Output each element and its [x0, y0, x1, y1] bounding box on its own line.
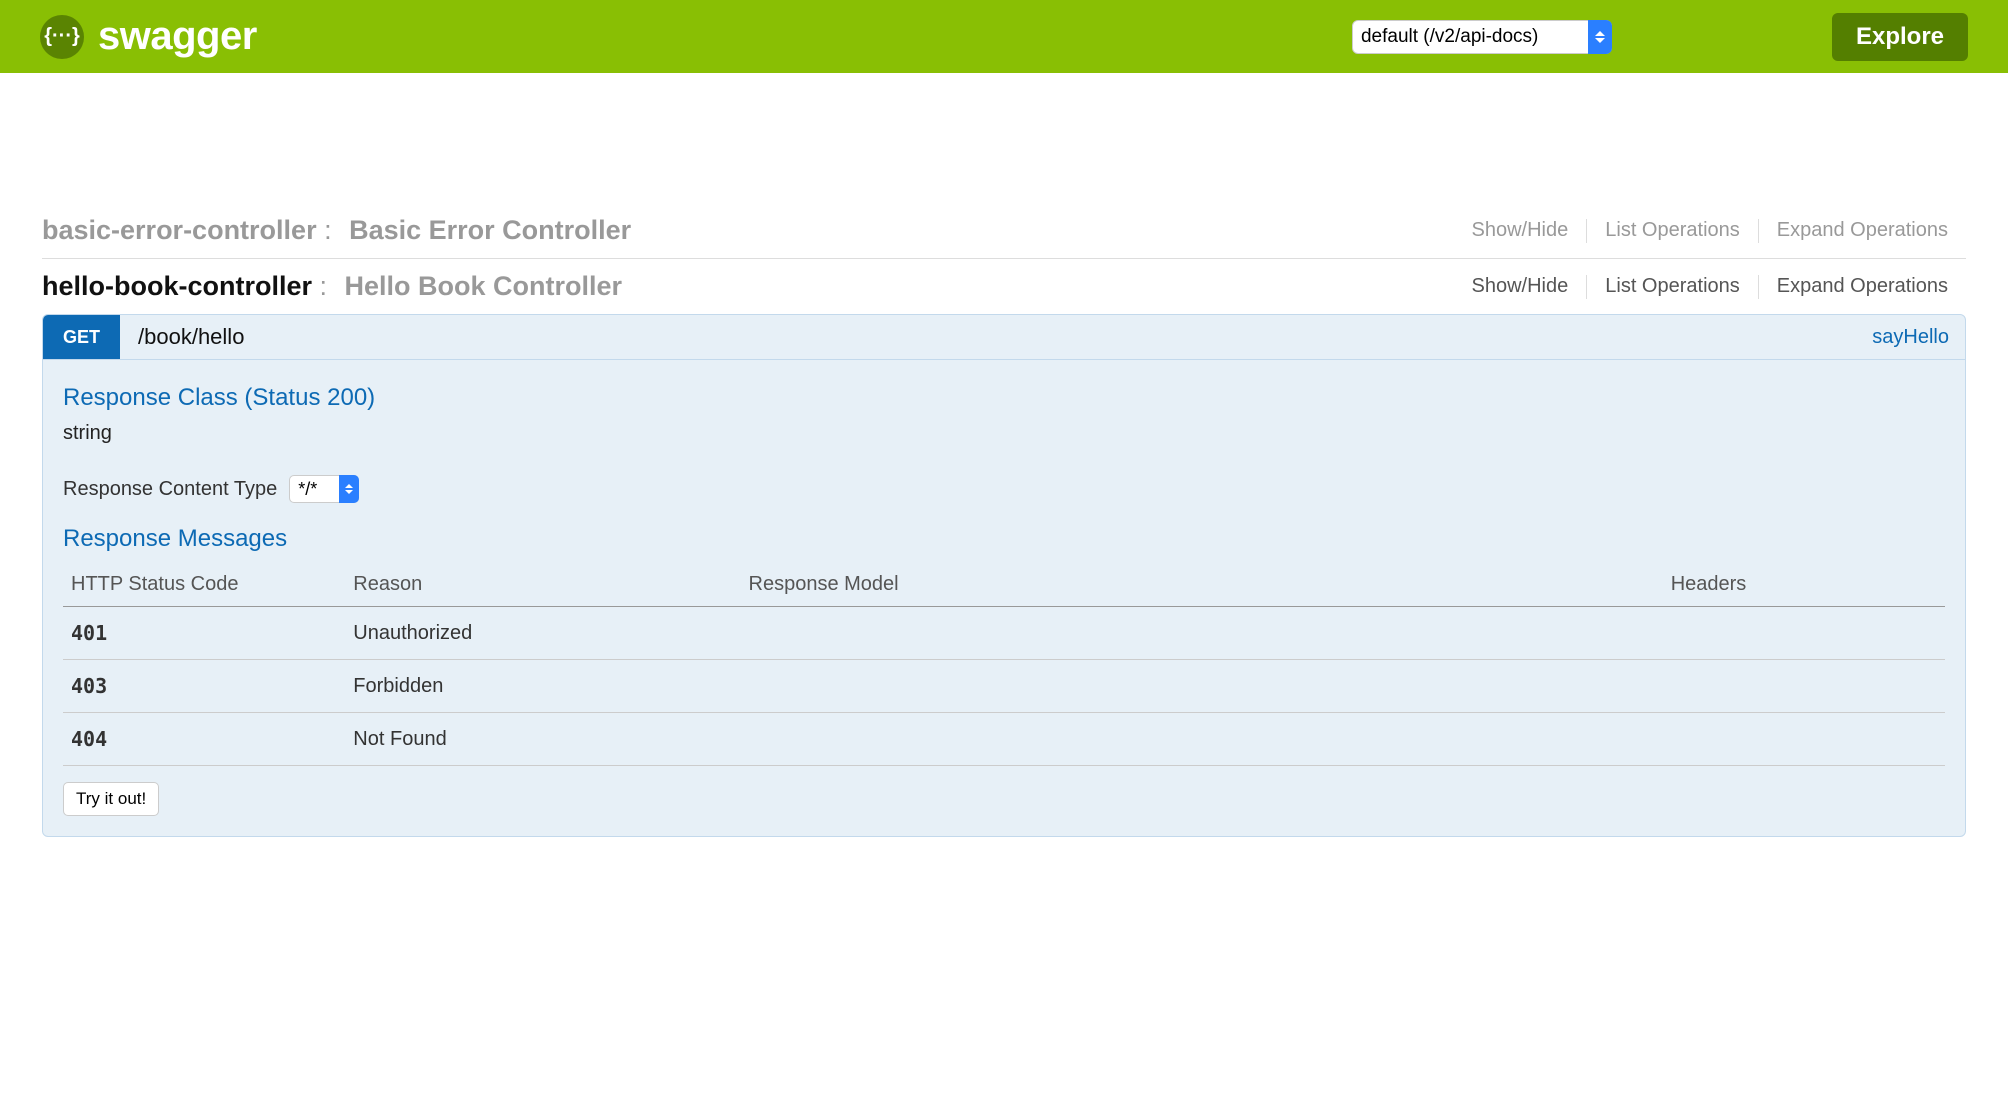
controller-title[interactable]: basic-error-controller : Basic Error Con…	[42, 215, 631, 246]
status-code: 404	[63, 713, 345, 766]
table-header-row: HTTP Status Code Reason Response Model H…	[63, 563, 1945, 607]
col-header-model: Response Model	[741, 563, 1663, 607]
try-it-out-button[interactable]: Try it out!	[63, 782, 159, 816]
content-type-label: Response Content Type	[63, 478, 277, 501]
table-row: 401 Unauthorized	[63, 607, 1945, 660]
status-model	[741, 713, 1663, 766]
operation-body: Response Class (Status 200) string Respo…	[43, 359, 1965, 836]
controller-title[interactable]: hello-book-controller : Hello Book Contr…	[42, 271, 622, 302]
controller-id: basic-error-controller	[42, 215, 317, 245]
status-headers	[1663, 713, 1945, 766]
controller-basic-error: basic-error-controller : Basic Error Con…	[42, 203, 1966, 259]
http-method-badge: GET	[43, 315, 120, 359]
show-hide-link[interactable]: Show/Hide	[1454, 219, 1587, 242]
content-type-select-wrap: */*	[289, 475, 359, 503]
logo-text: swagger	[98, 14, 257, 59]
table-row: 404 Not Found	[63, 713, 1945, 766]
status-reason: Unauthorized	[345, 607, 740, 660]
col-header-reason: Reason	[345, 563, 740, 607]
status-model	[741, 607, 1663, 660]
operation-nickname: sayHello	[1872, 326, 1949, 349]
list-operations-link[interactable]: List Operations	[1587, 219, 1758, 242]
content-type-select[interactable]: */*	[289, 475, 359, 503]
colon: :	[324, 215, 339, 245]
app-header: {···} swagger default (/v2/api-docs) Exp…	[0, 0, 2008, 73]
status-code: 403	[63, 660, 345, 713]
controller-hello-book: hello-book-controller : Hello Book Contr…	[42, 259, 1966, 849]
swagger-logo-icon: {···}	[40, 15, 84, 59]
header-left: {···} swagger	[40, 14, 257, 59]
controller-desc: Basic Error Controller	[349, 215, 631, 245]
controller-header: hello-book-controller : Hello Book Contr…	[42, 271, 1966, 302]
main-content: basic-error-controller : Basic Error Con…	[0, 73, 2008, 889]
response-messages-heading: Response Messages	[63, 525, 1945, 553]
status-model	[741, 660, 1663, 713]
col-header-code: HTTP Status Code	[63, 563, 345, 607]
list-operations-link[interactable]: List Operations	[1587, 275, 1758, 298]
api-spec-select[interactable]: default (/v2/api-docs)	[1352, 20, 1612, 54]
status-reason: Not Found	[345, 713, 740, 766]
controller-actions: Show/Hide List Operations Expand Operati…	[1454, 275, 1966, 299]
controller-desc: Hello Book Controller	[345, 271, 623, 301]
content-type-row: Response Content Type */*	[63, 475, 1945, 503]
operations-list: GET /book/hello sayHello Response Class …	[42, 314, 1966, 837]
api-select-wrap: default (/v2/api-docs)	[1352, 20, 1612, 54]
status-headers	[1663, 660, 1945, 713]
header-right: default (/v2/api-docs) Explore	[1352, 13, 1968, 61]
operation-get-book-hello: GET /book/hello sayHello Response Class …	[42, 314, 1966, 837]
operation-path: /book/hello	[138, 324, 244, 350]
expand-operations-link[interactable]: Expand Operations	[1759, 219, 1966, 242]
response-class-type: string	[63, 422, 1945, 445]
operation-header[interactable]: GET /book/hello sayHello	[43, 315, 1965, 359]
controller-actions: Show/Hide List Operations Expand Operati…	[1454, 219, 1966, 243]
table-row: 403 Forbidden	[63, 660, 1945, 713]
show-hide-link[interactable]: Show/Hide	[1454, 275, 1587, 298]
colon: :	[320, 271, 335, 301]
status-reason: Forbidden	[345, 660, 740, 713]
controller-header: basic-error-controller : Basic Error Con…	[42, 215, 1966, 246]
status-code: 401	[63, 607, 345, 660]
response-messages-table: HTTP Status Code Reason Response Model H…	[63, 563, 1945, 766]
controller-id: hello-book-controller	[42, 271, 312, 301]
status-headers	[1663, 607, 1945, 660]
explore-button[interactable]: Explore	[1832, 13, 1968, 61]
expand-operations-link[interactable]: Expand Operations	[1759, 275, 1966, 298]
response-class-heading: Response Class (Status 200)	[63, 384, 1945, 412]
col-header-headers: Headers	[1663, 563, 1945, 607]
